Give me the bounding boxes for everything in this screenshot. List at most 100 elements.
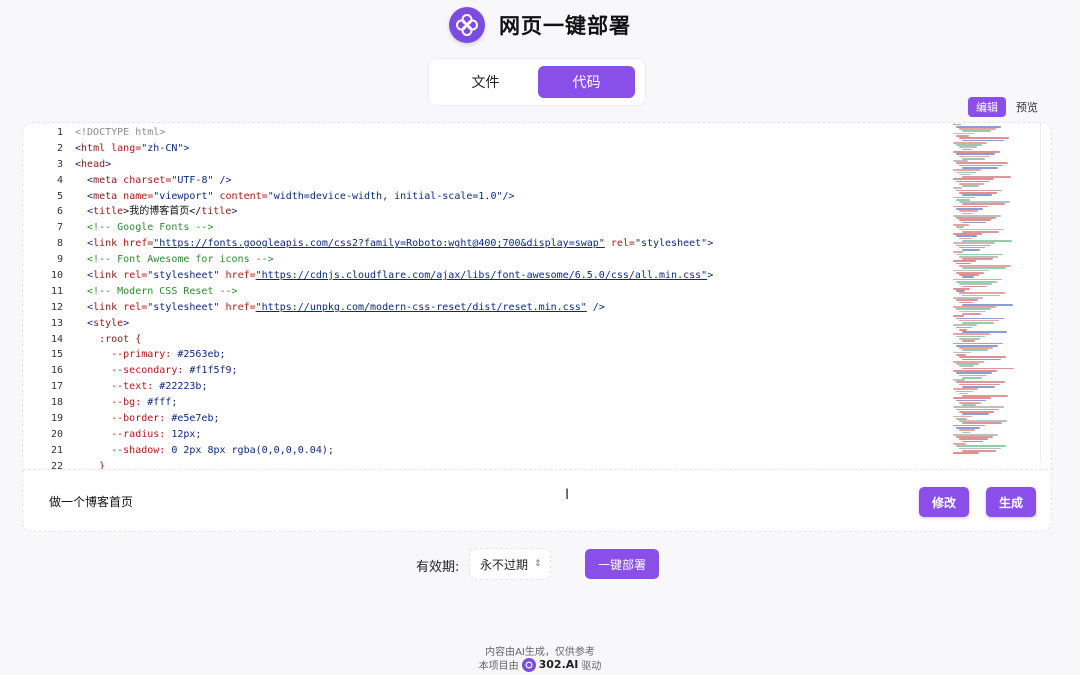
minimap-line <box>962 285 987 288</box>
minimap-line <box>953 251 963 254</box>
prompt-input[interactable]: 做一个博客首页 <box>49 493 133 510</box>
code-token: #f1f5f9; <box>189 365 238 377</box>
code-editor[interactable]: 1 2 3 4 5 6 7 8 9 10 11 12 13 14 15 16 17 18 19 20 21 22 <!DO… <box>23 123 1053 469</box>
generate-button[interactable]: 生成 <box>986 487 1036 517</box>
brand-name[interactable]: 302.AI <box>539 658 579 671</box>
expiry-select[interactable]: 永不过期 ⇕ <box>469 548 551 580</box>
preview-mode-button[interactable]: 预览 <box>1008 97 1046 117</box>
footer-credit: 本项目由 302.AI 驱动 <box>0 657 1080 672</box>
code-token: < <box>75 301 94 313</box>
line-number: 20 <box>50 428 63 440</box>
source-tabs: 文件 代码 <box>428 58 646 106</box>
minimap-line <box>962 431 970 434</box>
code-line: --text: #22223b; <box>75 379 955 395</box>
line-number: 2 <box>56 142 63 154</box>
code-token: "UTF-8" <box>171 174 214 186</box>
minimap-line <box>962 130 991 133</box>
code-line: --shadow: 0 2px 8px rgba(0,0,0,0.04); <box>75 443 955 459</box>
code-token: --text: <box>75 381 160 393</box>
line-number: 12 <box>50 301 63 313</box>
deploy-button[interactable]: 一键部署 <box>585 549 659 579</box>
code-token: --border: <box>75 413 172 425</box>
code-line: <!-- Google Fonts --> <box>75 220 955 236</box>
line-number: 10 <box>50 270 63 282</box>
footer-suffix: 驱动 <box>581 661 602 672</box>
minimap-line <box>959 283 992 285</box>
code-token: #fff; <box>147 397 178 409</box>
minimap-line <box>953 242 995 244</box>
code-token: <!-- Google Fonts --> <box>75 222 214 234</box>
line-number: 11 <box>50 285 63 297</box>
minimap-line <box>959 292 1005 295</box>
code-token: content= <box>213 190 268 202</box>
minimap-line <box>959 219 991 222</box>
edit-preview-toggle: 编辑 预览 <box>968 96 1050 118</box>
code-token: > <box>183 142 190 154</box>
code-token: "zh-CN" <box>141 142 184 154</box>
code-token: <!DOCTYPE html> <box>75 127 166 138</box>
minimap-line <box>959 146 977 149</box>
code-token: < <box>75 174 94 186</box>
minimap-line <box>956 299 978 301</box>
code-token: <!-- Modern CSS Reset --> <box>75 285 238 297</box>
code-line: } <box>75 459 955 469</box>
tab-code[interactable]: 代码 <box>538 66 635 98</box>
code-token: charset= <box>117 174 172 186</box>
minimap-line <box>962 212 973 215</box>
line-number: 18 <box>50 397 63 409</box>
code-token: --bg: <box>75 397 148 409</box>
code-token: rel= <box>604 238 635 250</box>
minimap-line <box>956 372 992 374</box>
code-token: title <box>93 206 124 218</box>
code-token: meta <box>93 190 118 202</box>
code-line: <head> <box>75 157 955 173</box>
code-token: link <box>93 270 118 282</box>
code-token: head <box>81 158 106 170</box>
minimap-line <box>956 390 973 393</box>
line-number: 8 <box>56 238 63 250</box>
code-token: /> <box>586 301 605 313</box>
minimap-line <box>962 185 979 187</box>
code-token: < <box>75 238 94 250</box>
minimap-line <box>956 153 995 155</box>
minimap-line <box>959 301 973 304</box>
minimap-line <box>962 349 988 352</box>
code-token: >我的博客首页</ <box>123 206 202 218</box>
minimap-line <box>959 155 990 158</box>
line-number: 1 <box>56 127 63 138</box>
code-line: <link rel="stylesheet" href="https://unp… <box>75 300 955 316</box>
line-number: 21 <box>50 444 63 456</box>
minimap-line <box>953 452 979 454</box>
minimap-line <box>953 260 976 263</box>
code-token: #2563eb; <box>177 349 226 361</box>
code-line: <!DOCTYPE html> <box>75 125 955 141</box>
minimap-line <box>953 315 964 317</box>
minimap-line <box>956 244 990 247</box>
editor-scrollbar[interactable] <box>1040 123 1052 463</box>
code-token: < <box>75 317 94 329</box>
code-line: <!-- Font Awesome for icons --> <box>75 252 955 268</box>
minimap-line <box>959 228 1004 231</box>
minimap-line <box>959 447 1001 450</box>
code-token: < <box>75 190 94 202</box>
code-token: href= <box>219 270 256 282</box>
code-token: /> <box>502 190 515 202</box>
code-token: href= <box>219 301 256 313</box>
tab-file[interactable]: 文件 <box>437 66 534 98</box>
modify-button[interactable]: 修改 <box>919 487 969 517</box>
flower-logo-icon <box>449 7 485 43</box>
minimap-line <box>953 333 990 336</box>
code-token: --primary: <box>75 349 178 361</box>
line-number: 13 <box>50 317 63 329</box>
code-line: <style> <box>75 316 955 332</box>
line-number: 5 <box>56 190 63 202</box>
code-token: > <box>105 158 112 170</box>
minimap-line <box>956 235 977 238</box>
code-minimap[interactable] <box>953 123 1041 469</box>
code-token: rel= <box>117 301 148 313</box>
code-token: name= <box>117 190 154 202</box>
edit-mode-button[interactable]: 编辑 <box>968 97 1006 117</box>
code-token: title <box>201 206 232 218</box>
code-area[interactable]: <!DOCTYPE html> <html lang="zh-CN"> <head>… <box>75 125 955 469</box>
code-token: "https://fonts.googleapis.com/css2?famil… <box>153 238 605 250</box>
